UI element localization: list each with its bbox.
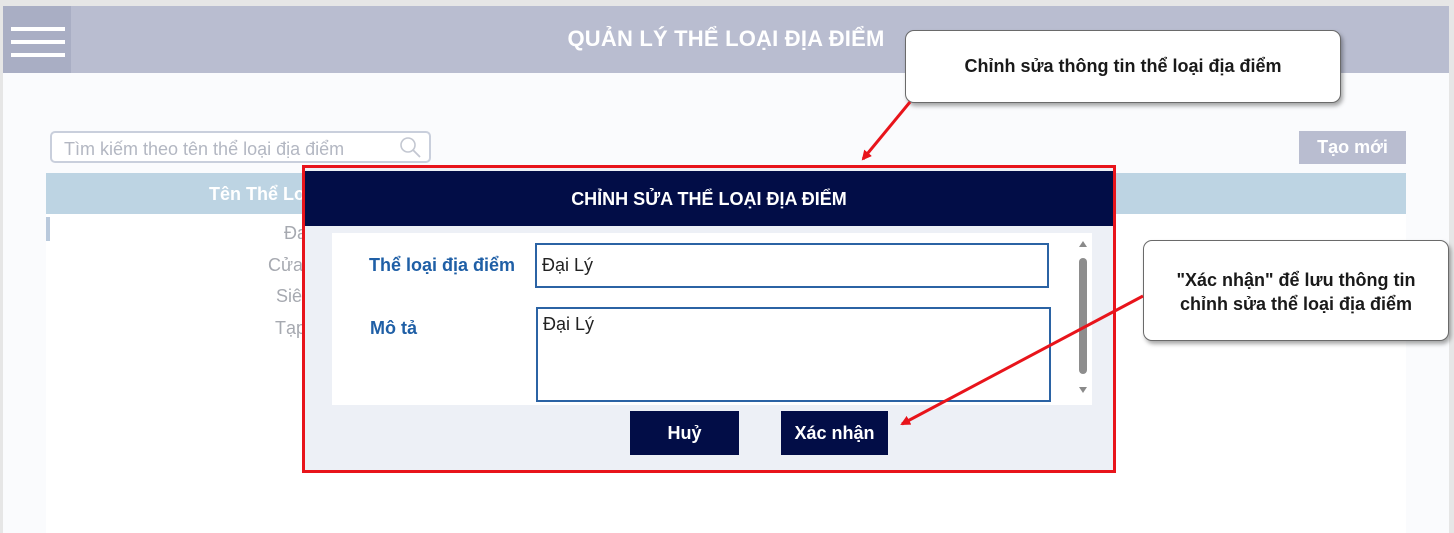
callout-edit-info: Chỉnh sửa thông tin thể loại địa điểm [905, 30, 1341, 103]
modal-header: CHỈNH SỬA THỂ LOẠI ĐỊA ĐIỂM [305, 171, 1113, 226]
category-label: Thể loại địa điểm [369, 255, 516, 275]
column-header-name: Tên Thể Lo [209, 184, 305, 204]
scroll-up-arrow-icon[interactable] [1079, 241, 1087, 247]
callout-confirm-line1: "Xác nhận" để lưu thông tin [1176, 270, 1416, 290]
edit-category-modal: CHỈNH SỬA THỂ LOẠI ĐỊA ĐIỂM Thể loại địa… [302, 165, 1116, 473]
cancel-button[interactable]: Huỷ [630, 411, 739, 455]
modal-scrollbar[interactable] [1077, 241, 1089, 393]
menu-icon-line [11, 53, 65, 57]
search-input[interactable] [62, 137, 386, 161]
table-row[interactable]: Cửa [268, 255, 303, 276]
table-row[interactable]: Siê [276, 286, 302, 307]
search-box[interactable] [50, 131, 431, 163]
callout-confirm-line2: chỉnh sửa thể loại địa điểm [1179, 294, 1413, 314]
callout-edit-info-text: Chỉnh sửa thông tin thể loại địa điểm [964, 56, 1282, 76]
create-new-button[interactable]: Tạo mới [1299, 131, 1406, 164]
scroll-thumb[interactable] [1079, 258, 1087, 374]
confirm-button[interactable]: Xác nhận [781, 411, 888, 455]
search-icon[interactable] [399, 136, 421, 158]
description-field[interactable]: Đại Lý [536, 307, 1051, 402]
callout-confirm-info: "Xác nhận" để lưu thông tin chỉnh sửa th… [1143, 240, 1449, 341]
description-label: Mô tả [370, 318, 417, 338]
row-selection-marker [46, 217, 50, 241]
scroll-down-arrow-icon[interactable] [1079, 387, 1087, 393]
category-field[interactable] [535, 243, 1049, 288]
modal-title: CHỈNH SỬA THỂ LOẠI ĐỊA ĐIỂM [571, 189, 847, 209]
modal-body: Thể loại địa điểm Mô tả Đại Lý [332, 233, 1092, 405]
